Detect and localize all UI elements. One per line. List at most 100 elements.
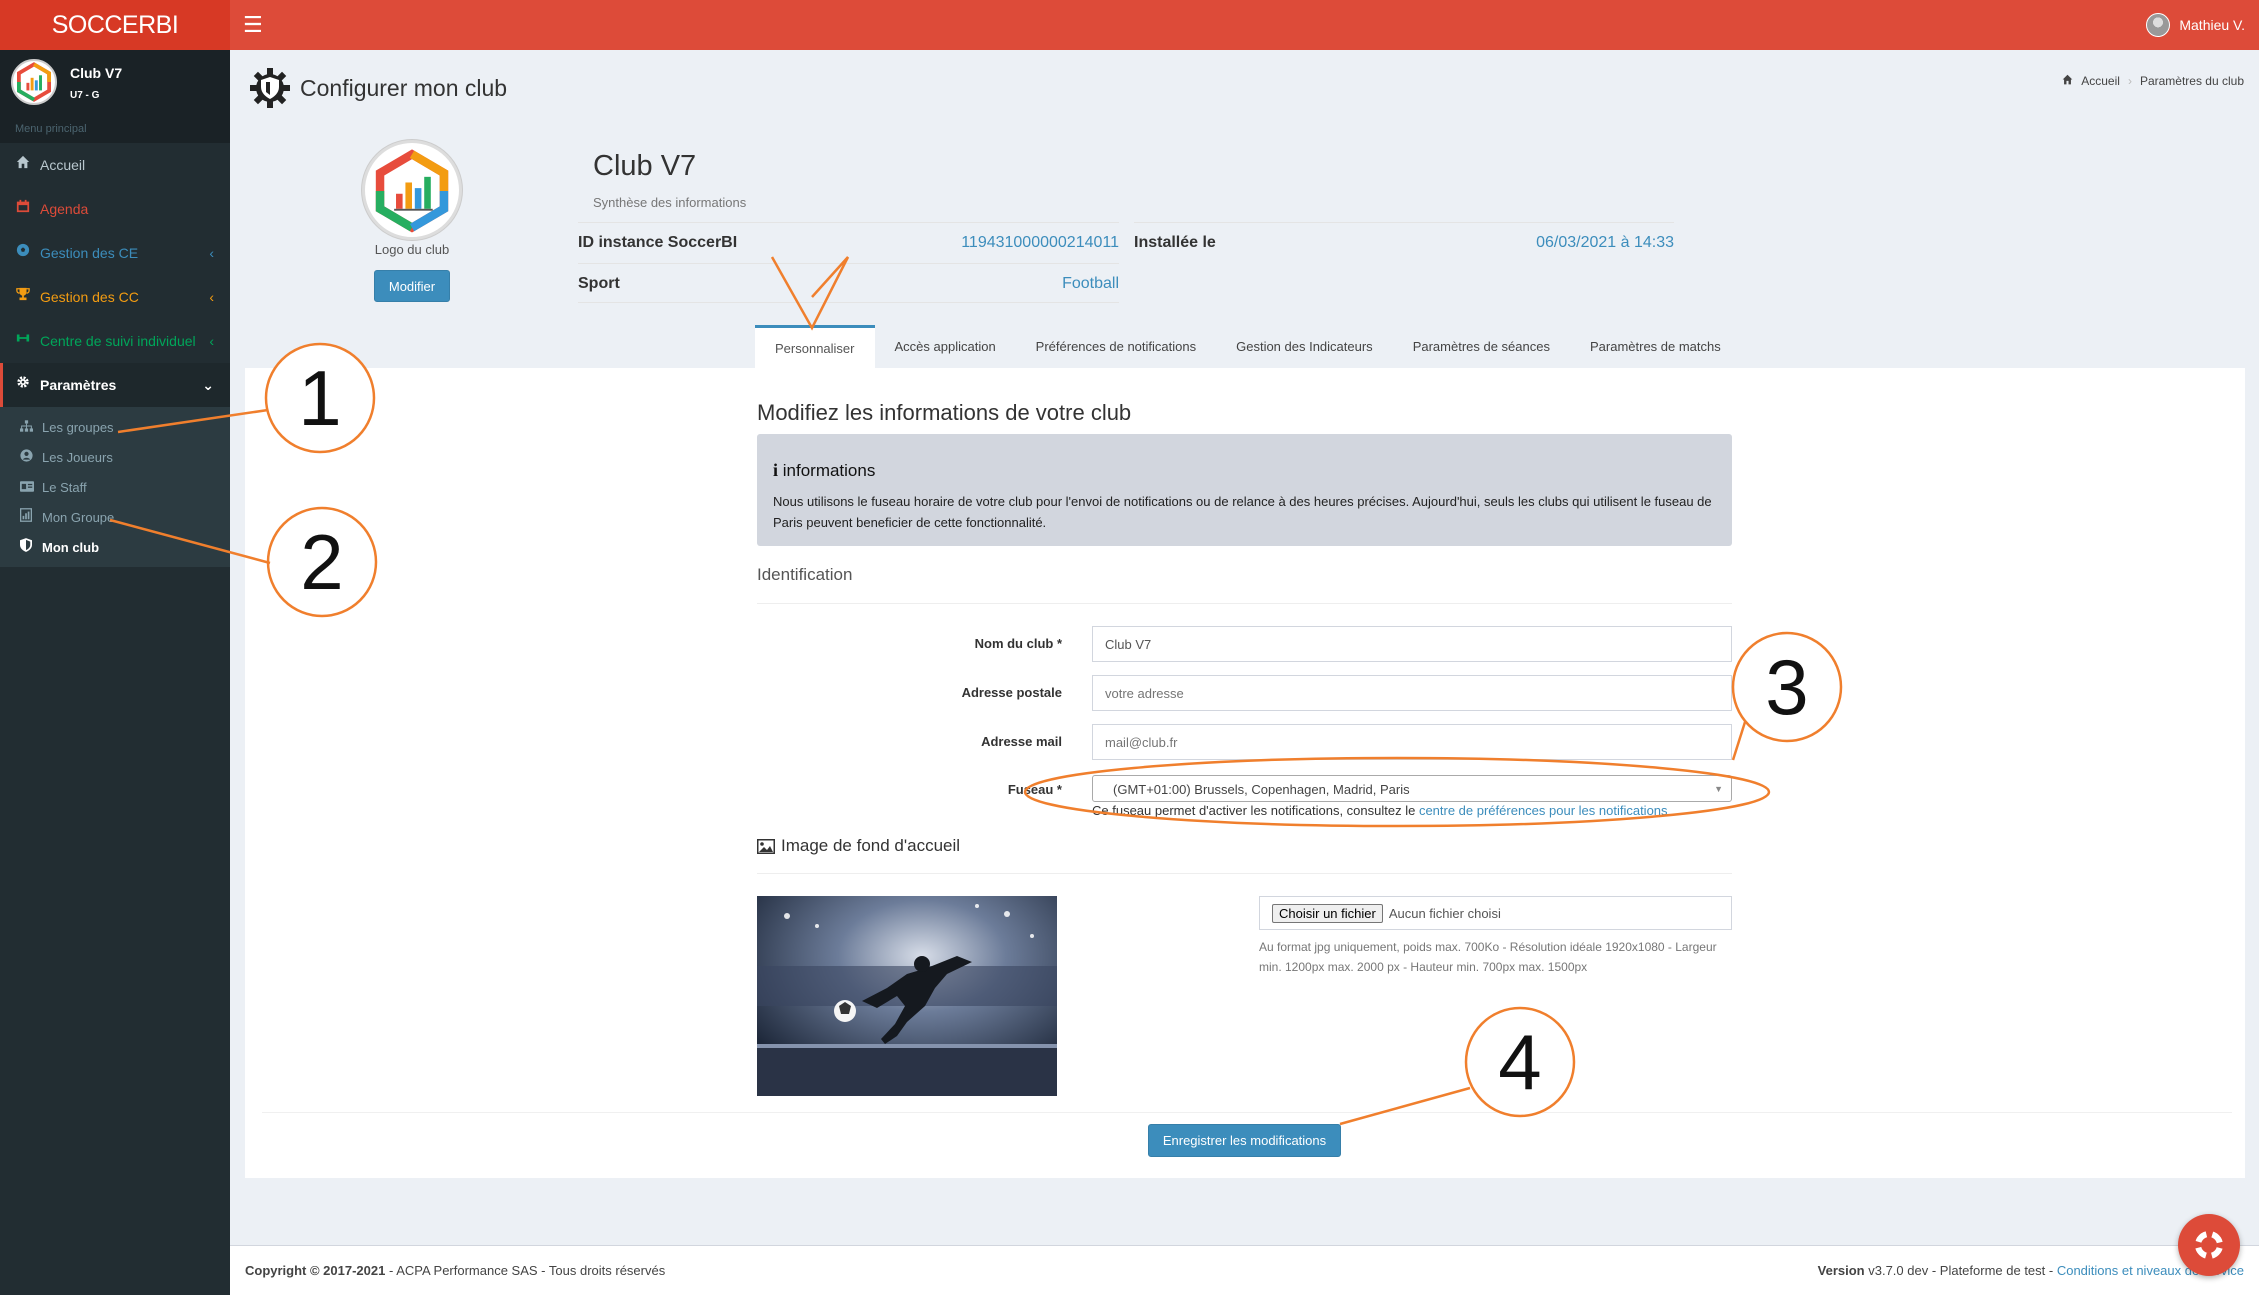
image-icon: [757, 838, 775, 854]
home-icon: [2062, 74, 2073, 88]
info-value: Football: [1062, 275, 1119, 292]
shield-icon: [20, 533, 32, 563]
copyright-bold: Copyright © 2017-2021: [245, 1263, 386, 1278]
sidebar-subitem-label: Mon club: [42, 540, 100, 555]
info-value: 119431000000214011: [961, 234, 1119, 251]
chevron-left-icon: ‹: [209, 333, 214, 349]
chevron-left-icon: ‹: [209, 245, 214, 261]
section-divider: [757, 873, 1732, 874]
club-settings-gear-icon: [250, 68, 290, 108]
version-text: v3.7.0 dev - Plateforme de test -: [1864, 1263, 2057, 1278]
save-button[interactable]: Enregistrer les modifications: [1148, 1124, 1341, 1157]
sidebar-club-panel: Club V7 U7 - G: [0, 50, 230, 116]
sidebar-subitem-le-staff[interactable]: Le Staff: [0, 473, 230, 503]
brand-logo[interactable]: SOCCERBI: [0, 0, 230, 50]
address-label: Adresse postale: [961, 685, 1062, 700]
copyright: Copyright © 2017-2021 - ACPA Performance…: [245, 1246, 665, 1295]
tab-personnaliser[interactable]: Personnaliser: [755, 325, 875, 369]
sidebar-item-label: Centre de suivi individuel: [40, 333, 196, 349]
file-help-text: Au format jpg uniquement, poids max. 700…: [1259, 940, 1717, 974]
callout-text: Nous utilisons le fuseau horaire de votr…: [773, 494, 1712, 530]
timezone-select[interactable]: (GMT+01:00) Brussels, Copenhagen, Madrid…: [1092, 775, 1732, 802]
background-image-preview: [757, 896, 1057, 1096]
address-field[interactable]: [1092, 675, 1732, 711]
breadcrumb-home-link[interactable]: Accueil: [2081, 74, 2120, 88]
avatar: [2146, 13, 2171, 37]
hamburger-menu-icon[interactable]: ☰: [243, 13, 263, 37]
sidebar-item-gestion-cc[interactable]: Gestion des CC ‹: [0, 275, 230, 319]
breadcrumb: Accueil › Paramètres du club: [2062, 74, 2244, 88]
sidebar-subitem-label: Mon Groupe: [42, 510, 115, 525]
settings-tabs: Personnaliser Accès application Préféren…: [755, 325, 1741, 369]
sidebar-item-label: Gestion des CE: [40, 245, 139, 261]
tab-acces-application[interactable]: Accès application: [875, 325, 1016, 369]
info-row-installed: Installée le 06/03/2021 à 14:33: [1134, 222, 1674, 262]
info-value: 06/03/2021 à 14:33: [1536, 234, 1674, 251]
help-button[interactable]: [2178, 1214, 2240, 1276]
timezone-label: Fuseau *: [1007, 782, 1062, 797]
user-name: Mathieu V.: [2179, 17, 2245, 33]
soccer-player-image: [757, 896, 1057, 1096]
chevron-down-icon: ⌄: [202, 377, 214, 393]
timezone-selected-value: (GMT+01:00) Brussels, Copenhagen, Madrid…: [1113, 782, 1410, 797]
trophy-icon: [15, 275, 31, 319]
tab-parametres-matchs[interactable]: Paramètres de matchs: [1570, 325, 1741, 369]
top-header: SOCCERBI ☰ Mathieu V.: [0, 0, 2259, 50]
parametres-submenu: Les groupes Les Joueurs Le Staff Mon Gro…: [0, 407, 230, 567]
file-upload-field[interactable]: Choisir un fichier Aucun fichier choisi: [1259, 896, 1732, 930]
sidebar-item-label: Accueil: [40, 157, 86, 173]
sidebar-item-label: Agenda: [40, 201, 89, 217]
caret-down-icon: ▼: [1714, 784, 1723, 794]
info-row-instance-id: ID instance SoccerBI 119431000000214011: [578, 222, 1119, 262]
club-logo-icon: [375, 149, 449, 233]
dumbbell-icon: [15, 319, 31, 363]
sidebar-item-centre-suivi[interactable]: Centre de suivi individuel ‹: [0, 319, 230, 363]
sidebar-subitem-mon-groupe[interactable]: Mon Groupe: [0, 503, 230, 533]
sidebar-subitem-les-joueurs[interactable]: Les Joueurs: [0, 443, 230, 473]
version-label: Version: [1817, 1263, 1865, 1278]
form-footer-divider: [262, 1112, 2232, 1113]
notification-preferences-link[interactable]: centre de préférences pour les notificat…: [1419, 803, 1668, 818]
tab-preferences-notifications[interactable]: Préférences de notifications: [1016, 325, 1216, 369]
breadcrumb-current: Paramètres du club: [2139, 74, 2244, 88]
tab-parametres-seances[interactable]: Paramètres de séances: [1393, 325, 1570, 369]
id-card-icon: [20, 473, 34, 503]
sidebar-item-gestion-ce[interactable]: Gestion des CE ‹: [0, 231, 230, 275]
sidebar-subitem-les-groupes[interactable]: Les groupes: [0, 413, 230, 443]
page-title: Configurer mon club: [250, 68, 507, 108]
sidebar-item-agenda[interactable]: Agenda: [0, 187, 230, 231]
club-name-field[interactable]: [1092, 626, 1732, 662]
section-divider: [757, 603, 1732, 604]
info-key: Installée le: [1134, 234, 1216, 251]
menu-header: Menu principal: [0, 116, 230, 143]
gear-icon: [15, 363, 31, 407]
page-title-text: Configurer mon club: [300, 74, 508, 101]
timezone-help: Ce fuseau permet d'activer les notificat…: [1092, 803, 1668, 818]
callout-title-text: informations: [782, 461, 876, 480]
sidebar-item-accueil[interactable]: Accueil: [0, 143, 230, 187]
club-logo-icon: [16, 62, 52, 102]
info-row-sport: Sport Football: [578, 263, 1119, 303]
email-field[interactable]: [1092, 724, 1732, 760]
sidebar-subitem-mon-club[interactable]: Mon club: [0, 533, 230, 563]
section-identification-title: Identification: [757, 565, 853, 584]
soccer-ball-icon: [15, 231, 31, 275]
club-subtitle: Synthèse des informations: [593, 195, 747, 210]
modify-logo-button[interactable]: Modifier: [374, 270, 450, 302]
sidebar-item-parametres[interactable]: Paramètres ⌄: [0, 363, 230, 407]
choose-file-button[interactable]: Choisir un fichier: [1272, 903, 1383, 923]
info-key: Sport: [578, 275, 620, 292]
chevron-left-icon: ‹: [209, 289, 214, 305]
club-name-heading: Club V7: [593, 150, 697, 182]
user-menu[interactable]: Mathieu V.: [2146, 13, 2245, 37]
email-label: Adresse mail: [981, 734, 1062, 749]
info-callout: i informations Nous utilisons le fuseau …: [757, 434, 1732, 546]
sidebar-item-label: Gestion des CC: [40, 289, 139, 305]
calendar-icon: [15, 187, 31, 231]
user-circle-icon: [20, 443, 33, 473]
tab-gestion-indicateurs[interactable]: Gestion des Indicateurs: [1216, 325, 1393, 369]
section-background-text: Image de fond d'accueil: [781, 836, 961, 855]
copyright-text: - ACPA Performance SAS - Tous droits rés…: [385, 1263, 666, 1278]
form-heading: Modifiez les informations de votre club: [757, 400, 1132, 425]
sidebar-club-name: Club V7: [70, 65, 123, 81]
